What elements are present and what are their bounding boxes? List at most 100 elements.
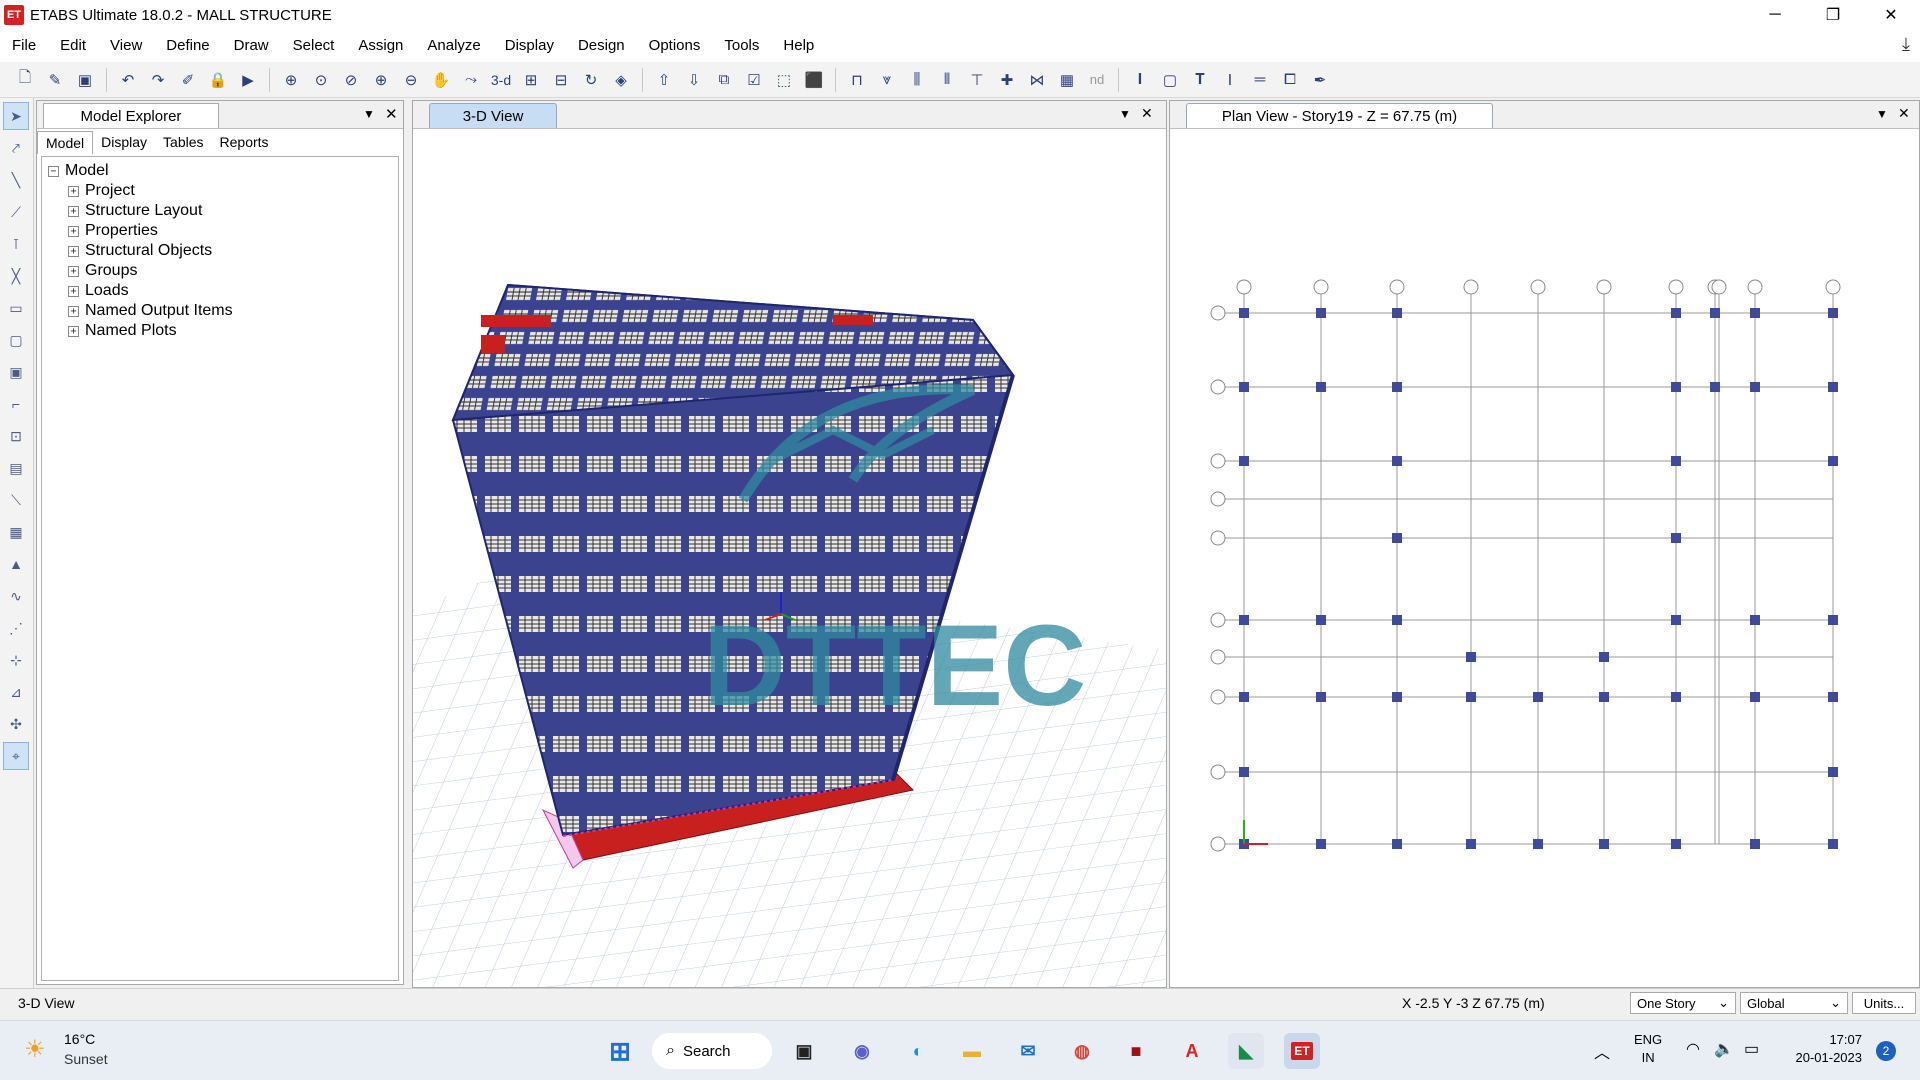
draw-link-icon[interactable]: ⋈	[1024, 67, 1050, 93]
draw-opening-icon[interactable]: ⊡	[3, 422, 29, 450]
menu-file[interactable]: File	[0, 30, 48, 62]
3d-view-window[interactable]: 3-D View ▼ ✕ DTTEC	[412, 100, 1167, 988]
rotate-view-icon[interactable]: ⤳	[458, 67, 484, 93]
draw-wall-icon[interactable]: ⌐	[3, 390, 29, 418]
tree-node-structure-layout[interactable]: + Structure Layout	[68, 201, 398, 221]
close-button[interactable]: ✕	[1862, 0, 1920, 30]
tree-node-model[interactable]: − Model	[48, 161, 398, 181]
restore-button[interactable]: ❐	[1804, 0, 1862, 30]
acrobat-icon[interactable]: A	[1174, 1033, 1210, 1069]
story-select[interactable]: One Story ⌄	[1630, 992, 1736, 1014]
expand-icon[interactable]: +	[68, 185, 79, 197]
expand-icon[interactable]: +	[68, 205, 79, 217]
tab-model[interactable]: Model	[37, 131, 94, 154]
i-section-icon[interactable]: Ⅰ	[1217, 67, 1243, 93]
draw-wave-icon[interactable]: ∿	[3, 582, 29, 610]
weather-temp[interactable]: 16°C	[64, 1031, 95, 1047]
menu-design[interactable]: Design	[566, 30, 637, 62]
view-menu-icon[interactable]: ▼	[1876, 107, 1888, 121]
tab-3d-view[interactable]: 3-D View	[429, 103, 557, 128]
teams-chat-icon[interactable]: ◉	[844, 1033, 880, 1069]
object-shrink-icon[interactable]: ⧉	[711, 67, 737, 93]
draw-floor-icon[interactable]: ▢	[3, 326, 29, 354]
plan-grid-canvas[interactable]	[1170, 130, 1919, 987]
draw-brace-icon[interactable]: ⩔	[874, 67, 900, 93]
task-view-icon[interactable]: ▣	[786, 1033, 822, 1069]
select-clear-icon[interactable]: ⊿	[3, 678, 29, 706]
rotate-icon[interactable]: ↻	[578, 67, 604, 93]
zoom-fit-icon[interactable]: ⊙	[308, 67, 334, 93]
draw-rectangular-icon[interactable]: ▣	[3, 358, 29, 386]
expand-icon[interactable]: +	[68, 325, 79, 337]
menu-assign[interactable]: Assign	[346, 30, 415, 62]
units-button[interactable]: Units...	[1852, 992, 1916, 1014]
pointer-icon[interactable]: ➤	[3, 102, 29, 130]
expand-icon[interactable]: +	[68, 305, 79, 317]
file-explorer-icon[interactable]: ▬	[954, 1033, 990, 1069]
pan-icon[interactable]: ✋	[428, 67, 454, 93]
draw-slab-icon[interactable]: ▦	[3, 518, 29, 546]
menu-display[interactable]: Display	[493, 30, 566, 62]
chrome-icon[interactable]: ◍	[1064, 1033, 1100, 1069]
draw-point-icon[interactable]: ✚	[994, 67, 1020, 93]
wifi-icon[interactable]: ◠	[1686, 1039, 1700, 1059]
menu-tools[interactable]: Tools	[712, 30, 771, 62]
menu-analyze[interactable]: Analyze	[415, 30, 492, 62]
taskbar-search[interactable]: ⌕ Search	[652, 1033, 772, 1069]
lock-icon[interactable]: 🔒	[205, 67, 231, 93]
volume-icon[interactable]: 🔈	[1714, 1039, 1734, 1059]
line-style-icon[interactable]: ═	[1247, 67, 1273, 93]
extrusion-icon[interactable]: ⬚	[771, 67, 797, 93]
menu-help[interactable]: Help	[771, 30, 826, 62]
plan-view-icon[interactable]: ⊞	[518, 67, 544, 93]
minimize-button[interactable]: ─	[1746, 0, 1804, 30]
draw-ramp-icon[interactable]: ▲	[3, 550, 29, 578]
set-display-options-icon[interactable]: ☑	[741, 67, 767, 93]
coord-system-select[interactable]: Global ⌄	[1740, 992, 1848, 1014]
expand-icon[interactable]: +	[68, 245, 79, 257]
plan-view-window[interactable]: Plan View - Story19 - Z = 67.75 (m) ▼ ✕	[1169, 100, 1920, 988]
draw-wall-stack-icon[interactable]: ▤	[3, 454, 29, 482]
menu-options[interactable]: Options	[637, 30, 713, 62]
menu-draw[interactable]: Draw	[222, 30, 281, 62]
draw-wall-icon[interactable]: ⊤	[964, 67, 990, 93]
elevation-view-icon[interactable]: ⊟	[548, 67, 574, 93]
redo-icon[interactable]: ↷	[145, 67, 171, 93]
tab-display[interactable]: Display	[93, 131, 155, 154]
snap-grid-icon[interactable]: ⌖	[3, 742, 29, 770]
snap-icon[interactable]: ✣	[3, 710, 29, 738]
expand-icon[interactable]: +	[68, 265, 79, 277]
pencil-icon[interactable]: ✐	[175, 67, 201, 93]
tab-plan-view[interactable]: Plan View - Story19 - Z = 67.75 (m)	[1186, 103, 1493, 128]
t-section-icon[interactable]: 𝐓	[1187, 67, 1213, 93]
download-icon[interactable]: ⤓	[1902, 34, 1910, 55]
save-icon[interactable]: ▣	[72, 67, 98, 93]
draw-column-icon[interactable]: ⊺	[3, 230, 29, 258]
language-indicator[interactable]: ENG IN	[1634, 1031, 1662, 1067]
expand-icon[interactable]: +	[68, 285, 79, 297]
draw-columns-icon[interactable]: ⫴	[934, 67, 960, 93]
3d-model-canvas[interactable]: DTTEC	[413, 130, 1166, 987]
zoom-out-icon[interactable]: ⊖	[398, 67, 424, 93]
view-menu-icon[interactable]: ▼	[1119, 107, 1131, 121]
tree-node-groups[interactable]: + Groups	[68, 261, 398, 281]
tree-node-properties[interactable]: + Properties	[68, 221, 398, 241]
clock[interactable]: 17:07 20-01-2023	[1780, 1031, 1863, 1067]
select-ps-icon[interactable]: ⊹	[3, 646, 29, 674]
draw-beam-icon[interactable]: ⫼	[904, 67, 930, 93]
pen-icon[interactable]: ✒	[1307, 67, 1333, 93]
tree-node-structural-objects[interactable]: + Structural Objects	[68, 241, 398, 261]
copy-view-icon[interactable]: ⧠	[1277, 67, 1303, 93]
zoom-window-icon[interactable]: ⊕	[278, 67, 304, 93]
view-3d-button[interactable]: 3-d	[488, 67, 514, 93]
etabs-taskbar-icon[interactable]: ET	[1284, 1033, 1320, 1069]
tree-node-project[interactable]: + Project	[68, 181, 398, 201]
mail-icon[interactable]: ✉	[1010, 1033, 1046, 1069]
perspective-icon[interactable]: ◈	[608, 67, 634, 93]
edge-browser-icon[interactable]: ◐	[900, 1033, 936, 1069]
new-model-icon[interactable]: 🗋	[12, 67, 38, 93]
menu-view[interactable]: View	[98, 30, 154, 62]
panel-close-icon[interactable]: ✕	[385, 105, 398, 123]
view-close-icon[interactable]: ✕	[1898, 105, 1910, 122]
open-icon[interactable]: ✎	[42, 67, 68, 93]
